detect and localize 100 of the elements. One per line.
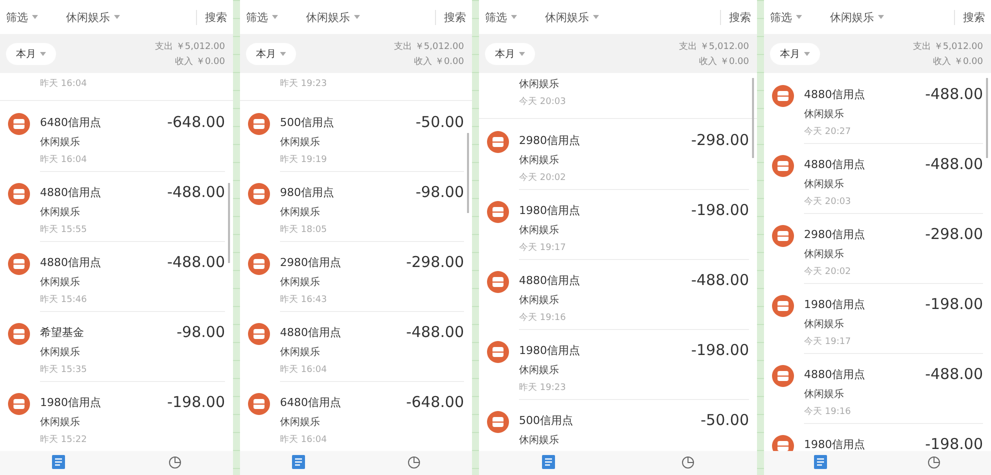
- caret-icon: [804, 52, 810, 56]
- transaction-title: 1980信用点: [40, 394, 101, 410]
- transaction-amount: -648.00: [406, 393, 464, 411]
- transaction-title: 1980信用点: [804, 436, 865, 451]
- time-label: 今天 19:17: [519, 242, 567, 254]
- caret-icon: [878, 15, 884, 19]
- income-total: 收入 ￥0.00: [933, 56, 983, 68]
- caret-icon: [272, 15, 278, 19]
- transaction-title: 4880信用点: [804, 156, 865, 172]
- transaction-amount: -488.00: [167, 253, 225, 271]
- category-label: 休闲娱乐: [40, 276, 81, 289]
- shop-icon: [8, 253, 30, 275]
- transaction-title: 500信用点: [519, 412, 573, 428]
- pie-chart-icon[interactable]: [407, 455, 421, 469]
- time-label: 今天 20:03: [519, 96, 567, 108]
- income-total: 收入 ￥0.00: [699, 56, 749, 68]
- transaction-amount: -198.00: [691, 201, 749, 219]
- period-dropdown[interactable]: 本月: [485, 43, 535, 65]
- shop-icon: [772, 225, 794, 247]
- pie-chart-icon[interactable]: [168, 455, 182, 469]
- time-label: 昨天 15:46: [40, 294, 88, 306]
- transaction-amount: -488.00: [925, 85, 983, 103]
- transaction-amount: -298.00: [406, 253, 464, 271]
- transaction-title: 希望基金: [40, 324, 84, 340]
- transaction-amount: -648.00: [167, 113, 225, 131]
- category-dropdown[interactable]: 休闲娱乐: [66, 10, 190, 24]
- category-label: 休闲娱乐: [519, 154, 560, 167]
- time-label: 昨天 16:04: [280, 364, 328, 376]
- time-label: 今天 19:16: [804, 406, 852, 418]
- search-button[interactable]: 搜索: [196, 10, 227, 24]
- transaction-title: 2980信用点: [280, 254, 341, 270]
- filter-dropdown[interactable]: 筛选: [770, 10, 802, 24]
- transaction-title: 1980信用点: [519, 202, 580, 218]
- shop-icon: [8, 393, 30, 415]
- transaction-amount: -488.00: [925, 365, 983, 383]
- transaction-title: 6480信用点: [40, 114, 101, 130]
- period-dropdown[interactable]: 本月: [246, 43, 296, 65]
- filter-dropdown[interactable]: 筛选: [485, 10, 517, 24]
- filter-dropdown[interactable]: 筛选: [246, 10, 278, 24]
- category-dropdown[interactable]: 休闲娱乐: [306, 10, 429, 24]
- period-dropdown[interactable]: 本月: [6, 43, 56, 65]
- category-dropdown[interactable]: 休闲娱乐: [830, 10, 948, 24]
- transaction-title: 4880信用点: [280, 324, 341, 340]
- search-button[interactable]: 搜索: [954, 10, 985, 24]
- time-label: 昨天 16:43: [280, 294, 328, 306]
- bill-icon[interactable]: [52, 455, 65, 469]
- transaction-title: 2980信用点: [519, 132, 580, 148]
- time-label: 昨天 18:05: [280, 224, 328, 236]
- transaction-amount: -98.00: [176, 323, 225, 341]
- category-label: 休闲娱乐: [40, 346, 81, 359]
- transaction-amount: -50.00: [416, 113, 464, 131]
- shop-icon: [248, 323, 270, 345]
- shop-icon: [772, 365, 794, 387]
- income-total: 收入 ￥0.00: [175, 56, 225, 68]
- time-label: 昨天 15:22: [40, 434, 88, 446]
- transaction-amount: -488.00: [925, 155, 983, 173]
- search-button[interactable]: 搜索: [435, 10, 466, 24]
- time-label: 昨天 16:04: [280, 434, 328, 446]
- category-label: 休闲娱乐: [804, 388, 845, 401]
- bill-icon[interactable]: [814, 455, 828, 469]
- search-button[interactable]: 搜索: [720, 10, 751, 24]
- transaction-title: 980信用点: [280, 184, 334, 200]
- shop-icon: [8, 323, 30, 345]
- category-label: 休闲娱乐: [280, 136, 321, 149]
- category-label: 休闲娱乐: [280, 346, 321, 359]
- transaction-amount: -488.00: [691, 271, 749, 289]
- time-label: 昨天 15:55: [40, 224, 88, 236]
- bill-icon[interactable]: [542, 455, 555, 469]
- time-label: 今天 20:27: [804, 126, 852, 138]
- caret-icon: [593, 15, 599, 19]
- caret-icon: [40, 52, 46, 56]
- caret-icon: [32, 15, 38, 19]
- pie-chart-icon[interactable]: [680, 455, 694, 469]
- filter-dropdown[interactable]: 筛选: [6, 10, 38, 24]
- category-label: 休闲娱乐: [519, 364, 560, 377]
- category-dropdown[interactable]: 休闲娱乐: [545, 10, 714, 24]
- bill-icon[interactable]: [292, 455, 304, 469]
- shop-icon: [487, 411, 509, 433]
- transaction-title: 4880信用点: [804, 366, 865, 382]
- transaction-amount: -50.00: [700, 411, 749, 429]
- category-label: 休闲娱乐: [280, 276, 321, 289]
- expense-total: 支出 ￥5,012.00: [155, 40, 225, 53]
- shop-icon: [487, 131, 509, 153]
- time-label: 今天 20:03: [804, 196, 852, 208]
- transaction-amount: -198.00: [925, 295, 983, 313]
- shop-icon: [248, 393, 270, 415]
- pie-chart-icon[interactable]: [927, 455, 942, 469]
- shop-icon: [248, 183, 270, 205]
- caret-icon: [519, 52, 525, 56]
- time-label: 今天 20:02: [804, 266, 852, 278]
- category-label: 休闲娱乐: [519, 78, 560, 91]
- period-dropdown[interactable]: 本月: [770, 43, 820, 65]
- time-label: 今天 19:17: [804, 336, 852, 348]
- category-label: 休闲娱乐: [280, 206, 321, 219]
- transaction-title: 4880信用点: [40, 184, 101, 200]
- transaction-title: 1980信用点: [804, 296, 865, 312]
- shop-icon: [248, 253, 270, 275]
- caret-icon: [796, 15, 802, 19]
- category-label: 休闲娱乐: [280, 416, 321, 429]
- transaction-amount: -488.00: [167, 183, 225, 201]
